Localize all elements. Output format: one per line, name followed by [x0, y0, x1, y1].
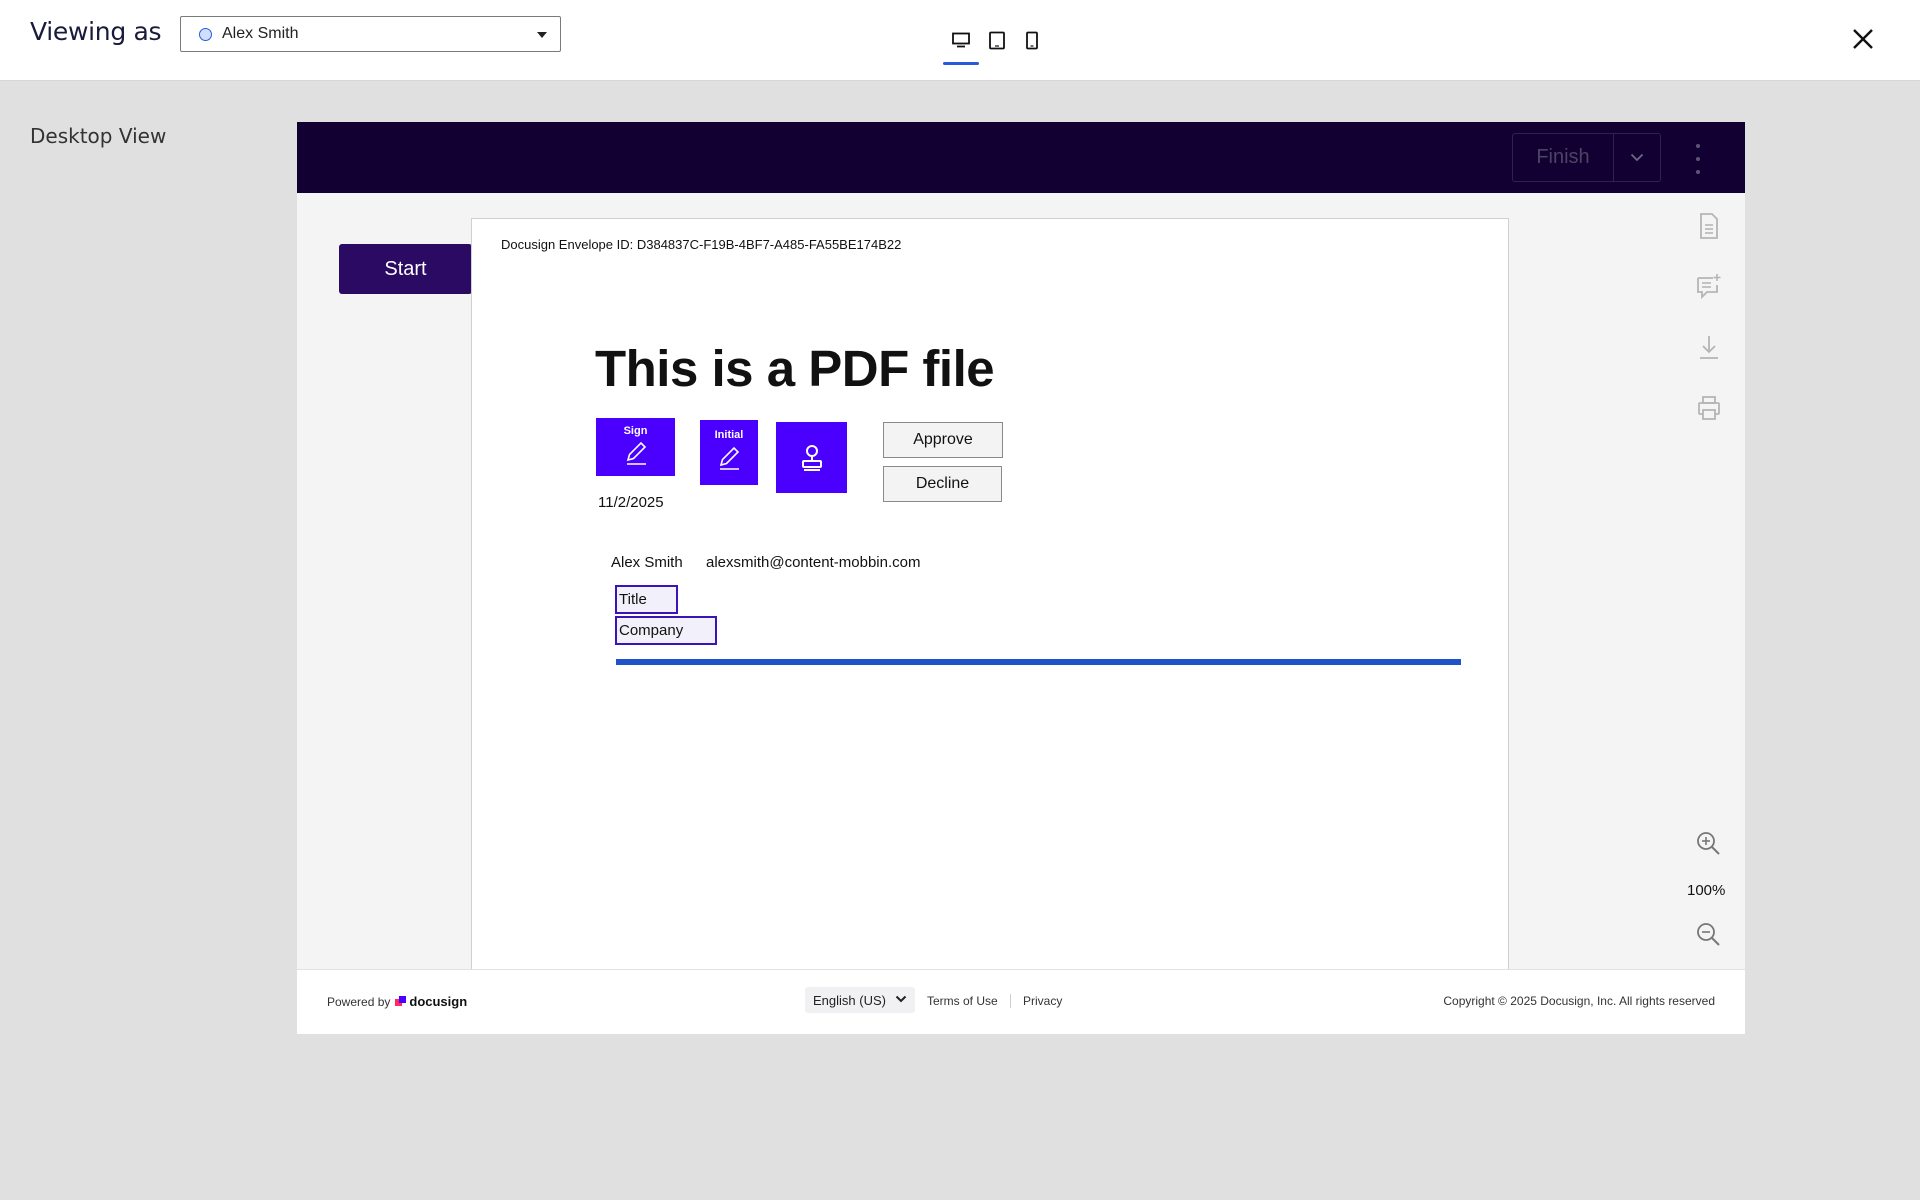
- copyright-text: Copyright © 2025 Docusign, Inc. All righ…: [1443, 994, 1715, 1008]
- desktop-icon: [952, 32, 970, 48]
- document-title: This is a PDF file: [595, 340, 995, 397]
- document-icon: [1700, 213, 1718, 239]
- powered-by: Powered by docusign: [327, 994, 467, 1009]
- signing-preview: Finish Start Docusign Envelope ID: D3848…: [297, 122, 1745, 1034]
- zoom-in-icon: [1697, 832, 1720, 855]
- finish-options-button[interactable]: [1614, 134, 1660, 181]
- zoom-level: 100%: [1687, 882, 1726, 899]
- phone-view-toggle[interactable]: [1014, 30, 1050, 66]
- date-signed: 11/2/2025: [598, 494, 664, 511]
- pen-icon: [719, 446, 740, 470]
- more-options-icon[interactable]: [1690, 144, 1706, 174]
- pen-icon: [626, 441, 646, 465]
- title-field[interactable]: Title: [615, 585, 678, 614]
- initial-tag-label: Initial: [714, 429, 744, 441]
- docusign-logo-icon: [395, 996, 407, 1007]
- document-page: Docusign Envelope ID: D384837C-F19B-4BF7…: [471, 218, 1509, 970]
- add-comment-button[interactable]: [1693, 270, 1725, 302]
- docusign-logo: docusign: [395, 994, 467, 1009]
- add-comment-icon: [1697, 274, 1721, 300]
- company-field[interactable]: Company: [615, 616, 717, 645]
- powered-by-label: Powered by: [327, 994, 391, 1009]
- print-icon: [1698, 396, 1720, 420]
- docusign-brand-text: docusign: [409, 994, 468, 1009]
- start-button[interactable]: Start: [339, 244, 472, 294]
- privacy-link[interactable]: Privacy: [1023, 994, 1062, 1008]
- print-button[interactable]: [1693, 392, 1725, 424]
- approve-button[interactable]: Approve: [883, 422, 1003, 458]
- terms-of-use-link[interactable]: Terms of Use: [927, 994, 998, 1008]
- decline-button[interactable]: Decline: [883, 466, 1002, 502]
- zoom-out-icon: [1697, 923, 1720, 946]
- finish-button[interactable]: Finish: [1513, 134, 1614, 181]
- caret-down-icon: [537, 32, 547, 38]
- divider-line: [616, 659, 1461, 665]
- stamp-tag[interactable]: [776, 422, 847, 493]
- tablet-icon: [989, 31, 1005, 50]
- download-icon: [1700, 336, 1718, 359]
- phone-icon: [1026, 31, 1038, 50]
- desktop-view-label: Desktop View: [30, 124, 167, 148]
- language-select[interactable]: English (US): [805, 987, 915, 1013]
- document-tool-button[interactable]: [1693, 210, 1725, 242]
- chevron-down-icon: [895, 995, 907, 1003]
- top-bar: Viewing as Alex Smith: [0, 0, 1920, 81]
- envelope-id: Docusign Envelope ID: D384837C-F19B-4BF7…: [501, 237, 902, 252]
- initial-here-tag[interactable]: Initial: [700, 420, 758, 485]
- close-icon: [1853, 29, 1873, 49]
- finish-button-group: Finish: [1512, 133, 1661, 182]
- signer-email: alexsmith@content-mobbin.com: [706, 554, 921, 571]
- viewer-select-value: Alex Smith: [222, 25, 299, 42]
- download-button[interactable]: [1693, 331, 1725, 363]
- recipient-dot-icon: [199, 27, 212, 41]
- signing-toolbar: Finish: [297, 122, 1745, 193]
- footer-divider: [1010, 994, 1011, 1008]
- zoom-in-button[interactable]: [1692, 827, 1724, 859]
- desktop-view-toggle[interactable]: [943, 30, 979, 66]
- sign-here-tag[interactable]: Sign: [596, 418, 675, 476]
- tablet-view-toggle[interactable]: [979, 30, 1015, 66]
- language-select-value: English (US): [813, 992, 886, 1008]
- chevron-down-icon: [1630, 153, 1644, 162]
- sign-tag-label: Sign: [623, 425, 648, 437]
- signer-name: Alex Smith: [611, 554, 683, 571]
- viewer-select[interactable]: Alex Smith: [180, 16, 561, 52]
- viewing-as-label: Viewing as: [30, 17, 162, 46]
- zoom-out-button[interactable]: [1692, 918, 1724, 950]
- close-button[interactable]: [1848, 24, 1878, 54]
- stamp-icon: [801, 444, 822, 471]
- signing-footer: Powered by docusign English (US) Terms o…: [297, 969, 1745, 1034]
